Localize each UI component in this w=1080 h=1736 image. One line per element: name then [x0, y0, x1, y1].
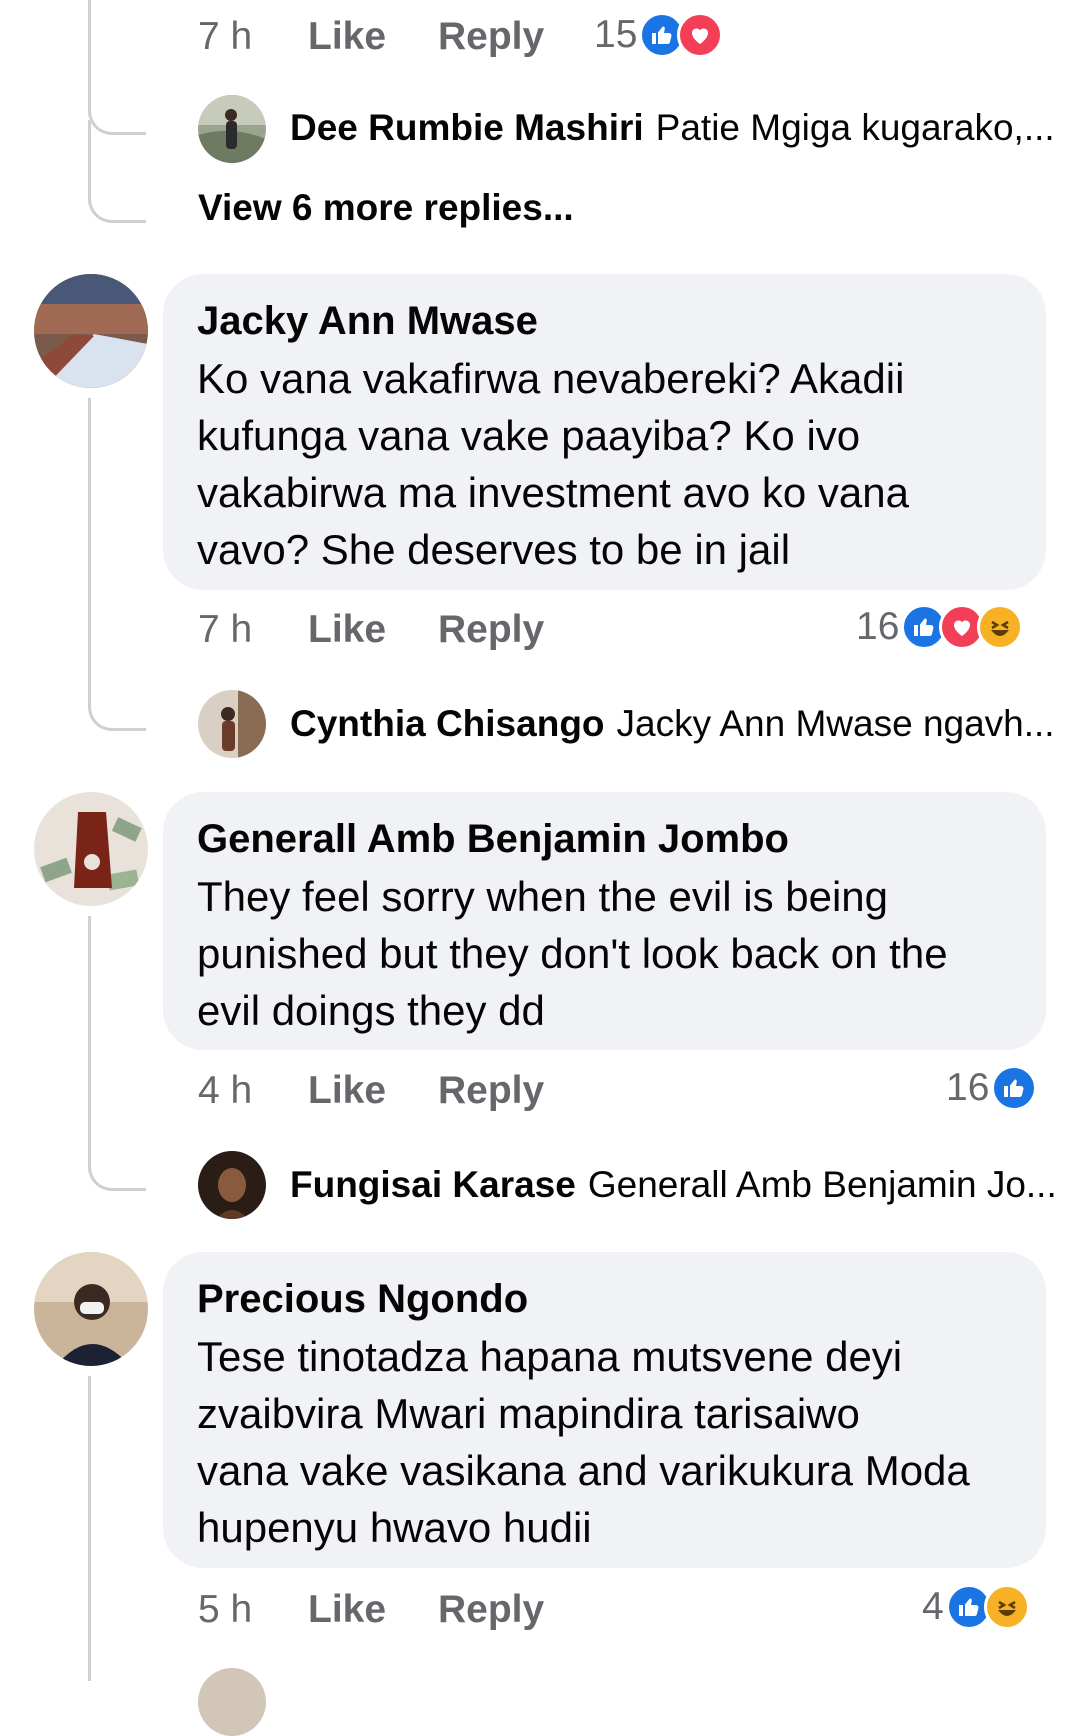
view-more-replies[interactable]: View 6 more replies... [198, 183, 574, 233]
like-button[interactable]: Like [308, 608, 438, 652]
avatar[interactable] [198, 690, 266, 758]
comment-text: Tese tinotadza hapana mutsvene deyi zvai… [197, 1328, 1012, 1556]
avatar[interactable] [34, 274, 148, 388]
reaction-summary[interactable]: 16 [856, 602, 1024, 652]
like-button[interactable]: Like [308, 1588, 438, 1632]
comment-author[interactable]: Generall Amb Benjamin Jombo [197, 814, 1012, 864]
avatar[interactable] [198, 95, 266, 163]
reply-button[interactable]: Reply [438, 1588, 544, 1632]
comment-bubble: Jacky Ann Mwase Ko vana vakafirwa nevabe… [163, 274, 1046, 590]
reply-button[interactable]: Reply [438, 608, 544, 652]
avatar[interactable] [34, 792, 148, 906]
reaction-count: 16 [856, 605, 900, 648]
reply-preview[interactable]: Dee Rumbie Mashiri Patie Mgiga kugarako,… [290, 103, 1055, 153]
reaction-summary[interactable]: 15 [594, 10, 724, 60]
comment-time: 7 h [198, 15, 253, 58]
reply-button[interactable]: Reply [438, 15, 544, 59]
comment-actions: 4 h Like Reply [198, 1066, 544, 1116]
reaction-count: 16 [946, 1066, 990, 1109]
comment-text-line: zvaibvira Mwari mapindira tarisaiwo [197, 1390, 860, 1437]
comment-author[interactable]: Precious Ngondo [197, 1274, 1012, 1324]
comment-text-line: punished but they don't look back on the [197, 930, 948, 977]
like-button[interactable]: Like [308, 15, 438, 59]
comment-text-line: They feel sorry when the evil is being [197, 873, 889, 920]
reply-preview[interactable]: Cynthia Chisango Jacky Ann Mwase ngavh..… [290, 699, 1055, 749]
avatar[interactable] [198, 1151, 266, 1219]
comment-text-line: vana vake vasikana and varikukura Moda [197, 1447, 970, 1494]
reply-author[interactable]: Cynthia Chisango [290, 703, 605, 745]
comment-bubble: Generall Amb Benjamin Jombo They feel so… [163, 792, 1046, 1050]
comment-text-line: evil doings they dd [197, 987, 545, 1034]
comment-text-line: vavo? She deserves to be in jail [197, 526, 791, 573]
reply-snippet: Generall Amb Benjamin Jo... [587, 1164, 1057, 1205]
thread-connector [88, 120, 146, 223]
haha-icon [983, 1584, 1030, 1630]
love-icon [677, 12, 724, 58]
comment-text-line: vakabirwa ma investment avo ko vana [197, 469, 910, 516]
thread-line [88, 1376, 91, 1681]
like-icon [991, 1065, 1038, 1111]
like-button[interactable]: Like [308, 1069, 438, 1113]
haha-icon [977, 604, 1024, 650]
reply-preview[interactable]: Fungisai Karase Generall Amb Benjamin Jo… [290, 1160, 1057, 1210]
avatar[interactable] [34, 1252, 148, 1366]
comment-time: 4 h [198, 1069, 253, 1112]
comment-text-line: kufunga vana vake paayiba? Ko ivo [197, 412, 861, 459]
reply-author[interactable]: Dee Rumbie Mashiri [290, 107, 644, 149]
comment-actions: 7 h Like Reply [198, 605, 544, 655]
reply-snippet: Patie Mgiga kugarako,... [655, 107, 1055, 148]
comment-text: They feel sorry when the evil is being p… [197, 868, 1012, 1039]
thread-connector [88, 1100, 146, 1191]
reaction-summary[interactable]: 4 [922, 1582, 1030, 1632]
comment-text: Ko vana vakafirwa nevabereki? Akadii kuf… [197, 350, 1012, 578]
reaction-count: 15 [594, 13, 638, 56]
reply-button[interactable]: Reply [438, 1069, 544, 1113]
reply-author[interactable]: Fungisai Karase [290, 1164, 576, 1206]
reaction-count: 4 [922, 1585, 944, 1628]
reply-snippet: Jacky Ann Mwase ngavh... [616, 703, 1055, 744]
comment-actions: 5 h Like Reply [198, 1585, 544, 1635]
comment-author[interactable]: Jacky Ann Mwase [197, 296, 1012, 346]
avatar[interactable] [198, 1668, 266, 1736]
comment-text-line: Tese tinotadza hapana mutsvene deyi [197, 1333, 903, 1380]
thread-connector [88, 640, 146, 731]
comment-time: 5 h [198, 1588, 253, 1631]
comment-time: 7 h [198, 608, 253, 651]
comment-bubble: Precious Ngondo Tese tinotadza hapana mu… [163, 1252, 1046, 1568]
comment-text-line: Ko vana vakafirwa nevabereki? Akadii [197, 355, 905, 402]
reaction-summary[interactable]: 16 [946, 1063, 1038, 1113]
comment-actions: 7 h Like Reply [198, 12, 544, 62]
comment-text-line: hupenyu hwavo hudii [197, 1504, 592, 1551]
